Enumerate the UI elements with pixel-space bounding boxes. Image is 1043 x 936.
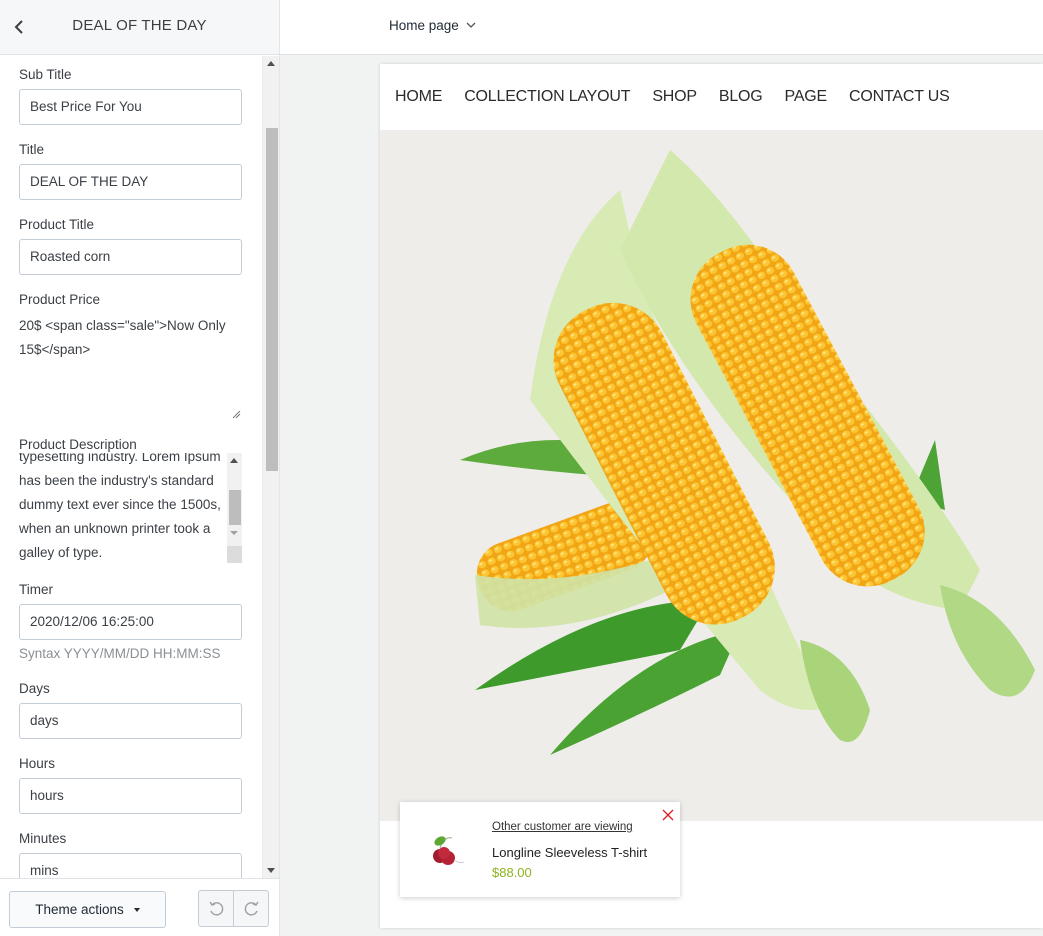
chevron-down-icon (466, 22, 476, 28)
nav-home[interactable]: HOME (395, 88, 442, 106)
title-label: Title (19, 142, 45, 157)
sidebar-scrollbar[interactable] (262, 56, 279, 878)
hours-input[interactable]: hours (19, 778, 242, 814)
sidebar-header: DEAL OF THE DAY (0, 0, 279, 55)
caret-down-icon (133, 908, 140, 913)
days-input[interactable]: days (19, 703, 242, 739)
nav-collection-layout[interactable]: COLLECTION LAYOUT (464, 88, 630, 106)
theme-editor-sidebar: DEAL OF THE DAY Sub Title Best Price For… (0, 0, 280, 936)
days-label: Days (19, 681, 50, 696)
product-title-label: Product Title (19, 217, 95, 232)
product-price-field: Product Price 20$ <span class="sale">Now… (19, 292, 242, 422)
popup-product-name[interactable]: Longline Sleeveless T-shirt (492, 845, 647, 860)
nav-shop[interactable]: SHOP (652, 88, 697, 106)
hours-field: Hours hours (19, 756, 242, 814)
hero-banner (380, 130, 1043, 821)
minutes-label: Minutes (19, 831, 67, 846)
product-description-field: Product Description typesetting industry… (19, 437, 242, 567)
undo-button[interactable] (199, 891, 234, 926)
hours-label: Hours (19, 756, 56, 771)
theme-actions-label: Theme actions (35, 902, 124, 917)
main-nav: HOME COLLECTION LAYOUT SHOP BLOG PAGE CO… (380, 64, 1043, 130)
resize-grip-icon[interactable] (232, 410, 241, 419)
timer-label: Timer (19, 582, 53, 597)
redo-icon (244, 901, 259, 916)
recent-viewers-popup: Other customer are viewing Longline Slee… (400, 802, 680, 897)
product-price-label: Product Price (19, 292, 101, 307)
scroll-down-icon[interactable] (267, 868, 275, 873)
timer-field: Timer 2020/12/06 16:25:00 Syntax YYYY/MM… (19, 582, 242, 661)
redo-button[interactable] (234, 891, 269, 926)
scroll-down-icon[interactable] (230, 531, 238, 535)
minutes-field: Minutes mins (19, 831, 242, 878)
settings-scroll-area: Sub Title Best Price For You Title DEAL … (0, 56, 262, 878)
sub-title-input[interactable]: Best Price For You (19, 89, 242, 125)
scroll-up-icon[interactable] (267, 61, 275, 66)
description-scrollbar[interactable] (227, 453, 242, 563)
description-scroll-thumb[interactable] (229, 490, 241, 525)
cherry-product-thumbnail[interactable] (428, 834, 468, 868)
page-selector[interactable]: Home page (389, 18, 476, 33)
timer-hint: Syntax YYYY/MM/DD HH:MM:SS (19, 646, 221, 661)
undo-icon (209, 901, 224, 916)
sub-title-label: Sub Title (19, 67, 72, 82)
resize-grip-icon[interactable] (227, 546, 242, 563)
product-title-input[interactable]: Roasted corn (19, 239, 242, 275)
nav-blog[interactable]: BLOG (719, 88, 763, 106)
title-field: Title DEAL OF THE DAY (19, 142, 242, 200)
nav-page[interactable]: PAGE (785, 88, 828, 106)
timer-input[interactable]: 2020/12/06 16:25:00 (19, 604, 242, 640)
minutes-input[interactable]: mins (19, 853, 242, 878)
scroll-up-icon[interactable] (230, 458, 238, 463)
theme-actions-button[interactable]: Theme actions (9, 891, 166, 928)
sidebar-scroll-thumb[interactable] (266, 128, 278, 471)
product-description-textarea[interactable]: typesetting industry. Lorem Ipsum has be… (19, 453, 242, 563)
page-selector-label: Home page (389, 18, 459, 33)
sidebar-footer: Theme actions (0, 878, 279, 936)
sub-title-field: Sub Title Best Price For You (19, 67, 242, 125)
preview-topbar: Home page (280, 0, 1043, 55)
storefront-preview: HOME COLLECTION LAYOUT SHOP BLOG PAGE CO… (380, 64, 1043, 928)
viewing-notice-link[interactable]: Other customer are viewing (492, 821, 633, 833)
corn-cobs-image (460, 150, 1035, 755)
close-icon[interactable] (661, 808, 675, 822)
product-description-label: Product Description (19, 437, 137, 452)
product-price-textarea[interactable]: 20$ <span class="sale">Now Only 15$</spa… (19, 314, 242, 418)
product-title-field: Product Title Roasted corn (19, 217, 242, 275)
undo-redo-group (198, 890, 269, 927)
product-description-text: typesetting industry. Lorem Ipsum has be… (19, 453, 221, 560)
section-title: DEAL OF THE DAY (72, 17, 207, 34)
popup-product-price: $88.00 (492, 865, 532, 880)
days-field: Days days (19, 681, 242, 739)
title-input[interactable]: DEAL OF THE DAY (19, 164, 242, 200)
nav-contact-us[interactable]: CONTACT US (849, 88, 950, 106)
